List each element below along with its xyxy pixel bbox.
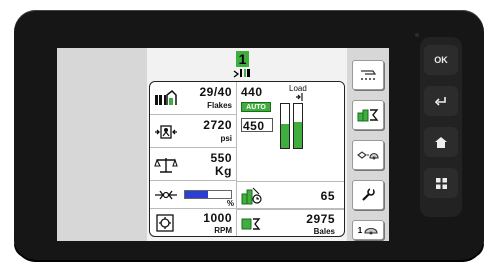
knotter-icon bbox=[361, 70, 377, 80]
weight-value: 550 bbox=[210, 151, 232, 165]
baler-monitor-panel: 29/40 Flakes 2720 psi 550 Kg % 1000 RPM … bbox=[149, 81, 345, 237]
load-block: 440 Load AUTO 450 bbox=[237, 82, 344, 181]
settings-wrench-button[interactable] bbox=[352, 180, 384, 210]
pressure-icon bbox=[155, 125, 177, 139]
auto-mode-badge[interactable]: AUTO bbox=[241, 102, 271, 112]
screen: 1 29/40 Flakes 2720 psi 550 Kg % 1000 RP… bbox=[57, 48, 389, 241]
bale-total-icon bbox=[241, 218, 261, 230]
moisture-gauge-fill bbox=[185, 191, 208, 198]
hardkey-strip: OK bbox=[420, 37, 462, 217]
bale-sum-icon bbox=[357, 109, 379, 122]
scale-icon bbox=[154, 158, 178, 173]
moisture-icon bbox=[155, 190, 177, 200]
counter-one-button[interactable]: 1 bbox=[352, 220, 384, 240]
bale-total-cell: 2975 Bales bbox=[237, 209, 344, 236]
left-pane bbox=[57, 48, 147, 241]
bale-total-button[interactable] bbox=[352, 100, 384, 130]
knotter-button[interactable] bbox=[352, 60, 384, 90]
hitch-indicator-icon bbox=[233, 69, 250, 78]
load-bar-right-fill bbox=[294, 121, 302, 148]
home-icon bbox=[435, 136, 447, 148]
bale-rate-cell: 65 bbox=[237, 181, 344, 209]
load-bar-left-fill bbox=[281, 123, 289, 148]
return-icon bbox=[435, 97, 446, 106]
rpm-unit: RPM bbox=[214, 226, 232, 235]
load-value: 440 bbox=[241, 85, 263, 99]
weight-unit: Kg bbox=[215, 164, 232, 178]
moisture-gauge bbox=[184, 190, 232, 199]
counter-one-icon bbox=[364, 227, 378, 235]
stage: OK 1 29/40 Flakes 2720 psi 550 Kg % 1000… bbox=[0, 0, 496, 267]
bale-rate-icon bbox=[241, 187, 262, 205]
load-setpoint-value: 450 bbox=[243, 119, 265, 133]
bale-total-value: 2975 bbox=[306, 212, 335, 226]
bale-rate-value: 65 bbox=[320, 189, 335, 203]
counter-one-label: 1 bbox=[357, 225, 363, 235]
pressure-value: 2720 bbox=[203, 118, 232, 132]
softkey-bar: 1 bbox=[347, 48, 389, 241]
menu-button[interactable] bbox=[424, 168, 458, 198]
pressure-unit: psi bbox=[220, 134, 232, 143]
home-button[interactable] bbox=[424, 127, 458, 157]
grid-icon bbox=[435, 177, 447, 189]
ok-button[interactable]: OK bbox=[424, 45, 458, 75]
load-bar-left bbox=[280, 103, 290, 149]
plunger-adjust-icon bbox=[357, 151, 379, 160]
load-setpoint-field[interactable]: 450 bbox=[241, 118, 273, 133]
flakes-value: 29/40 bbox=[199, 85, 232, 99]
load-label: Load bbox=[289, 84, 307, 93]
bale-counter-badge: 1 bbox=[236, 51, 249, 67]
back-button[interactable] bbox=[424, 86, 458, 116]
flake-icon bbox=[155, 89, 177, 105]
load-bar-right bbox=[293, 103, 303, 149]
moisture-unit: % bbox=[226, 199, 234, 208]
load-target-icon bbox=[296, 93, 303, 101]
plunger-adjust-button[interactable] bbox=[352, 140, 384, 170]
wrench-icon bbox=[362, 188, 375, 201]
rpm-value: 1000 bbox=[203, 211, 232, 225]
bale-total-unit: Bales bbox=[313, 227, 335, 236]
camera-dot bbox=[415, 33, 419, 37]
flakes-unit: Flakes bbox=[207, 101, 232, 110]
status-header: 1 bbox=[147, 48, 347, 81]
pto-icon bbox=[156, 214, 174, 232]
